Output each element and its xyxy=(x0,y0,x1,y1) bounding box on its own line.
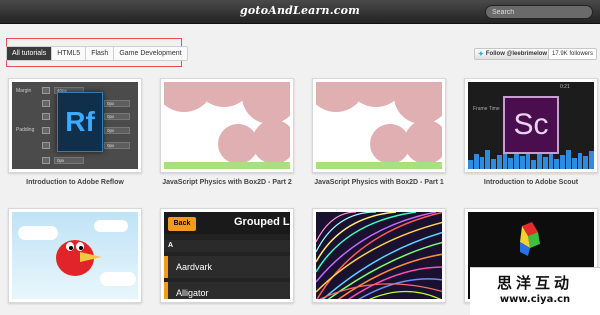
tutorial-card[interactable]: Back Grouped L A Aardvark Alligator xyxy=(160,208,294,303)
search-input[interactable] xyxy=(485,5,593,19)
padding-field: 0px xyxy=(104,127,130,134)
colorful-lines-art xyxy=(316,212,442,299)
margin-field: 0px xyxy=(104,100,130,107)
category-tabs: All tutorials HTML5 Flash Game Developme… xyxy=(6,46,188,61)
list-item: Aardvark xyxy=(164,256,290,278)
padding-field: 0px xyxy=(104,142,130,149)
tutorial-card[interactable]: JavaScript Physics with Box2D - Part 1 xyxy=(312,78,446,186)
follower-count-badge: 17.9K followers xyxy=(548,48,598,60)
watermark-url: www.ciya.cn xyxy=(499,294,571,305)
tutorial-title[interactable]: Introduction to Adobe Reflow xyxy=(8,179,142,186)
margin-field: 0px xyxy=(104,113,130,120)
list-title: Grouped L xyxy=(234,216,290,228)
tutorial-thumbnail[interactable] xyxy=(312,208,446,303)
list-section-header: A xyxy=(164,240,290,252)
frame-time-label: Frame Time xyxy=(473,106,500,112)
tab-html5[interactable]: HTML5 xyxy=(52,47,87,60)
tab-all-tutorials[interactable]: All tutorials xyxy=(7,47,53,60)
adobe-scout-logo: Sc xyxy=(503,96,559,154)
follow-label: Follow @leebrimelow xyxy=(485,51,548,57)
physics-ground xyxy=(164,162,290,169)
tutorial-thumbnail[interactable]: Back Grouped L A Aardvark Alligator xyxy=(160,208,294,303)
tutorial-title[interactable]: Introduction to Adobe Scout xyxy=(464,179,598,186)
tutorial-card[interactable] xyxy=(8,208,142,303)
tab-flash[interactable]: Flash xyxy=(86,47,115,60)
site-watermark: 思洋互动 www.ciya.cn xyxy=(470,267,600,315)
tutorial-thumbnail[interactable] xyxy=(312,78,446,173)
tutorial-card[interactable]: Margin 40px 0px 0px Padding 0px 0px 0px … xyxy=(8,78,142,186)
tutorial-title[interactable]: JavaScript Physics with Box2D - Part 1 xyxy=(312,179,446,186)
physics-circle xyxy=(404,120,442,164)
twitter-follow-button[interactable]: ✦ Follow @leebrimelow xyxy=(474,48,552,60)
adobe-reflow-logo: Rf xyxy=(57,92,103,152)
physics-ground xyxy=(316,162,442,169)
tutorial-thumbnail[interactable]: Margin 40px 0px 0px Padding 0px 0px 0px … xyxy=(8,78,142,173)
margin-label: Margin xyxy=(16,88,32,94)
padding-field: 0px xyxy=(54,157,84,164)
tab-game-development[interactable]: Game Development xyxy=(114,47,186,60)
tutorial-title[interactable]: JavaScript Physics with Box2D - Part 2 xyxy=(160,179,294,186)
tutorial-card[interactable]: JavaScript Physics with Box2D - Part 2 xyxy=(160,78,294,186)
tutorial-card[interactable]: 0:21 Frame Time Sc Introduction to Adobe… xyxy=(464,78,598,186)
tutorial-thumbnail[interactable]: 0:21 Frame Time Sc xyxy=(464,78,598,173)
padding-label: Padding xyxy=(16,127,35,133)
physics-circle xyxy=(394,82,442,124)
list-item: Alligator xyxy=(164,282,290,299)
physics-circle xyxy=(242,82,290,124)
physics-circle xyxy=(252,120,290,164)
tutorial-thumbnail[interactable] xyxy=(8,208,142,303)
watermark-chinese-text: 思洋互动 xyxy=(496,274,573,292)
back-button: Back xyxy=(168,217,196,231)
tutorial-thumbnail[interactable] xyxy=(160,78,294,173)
top-bar: gotoAndLearn.com xyxy=(0,0,600,24)
bird-beak xyxy=(80,252,102,262)
twitter-bird-icon: ✦ xyxy=(478,51,484,58)
tutorial-card[interactable] xyxy=(312,208,446,303)
time-readout: 0:21 xyxy=(560,84,570,90)
